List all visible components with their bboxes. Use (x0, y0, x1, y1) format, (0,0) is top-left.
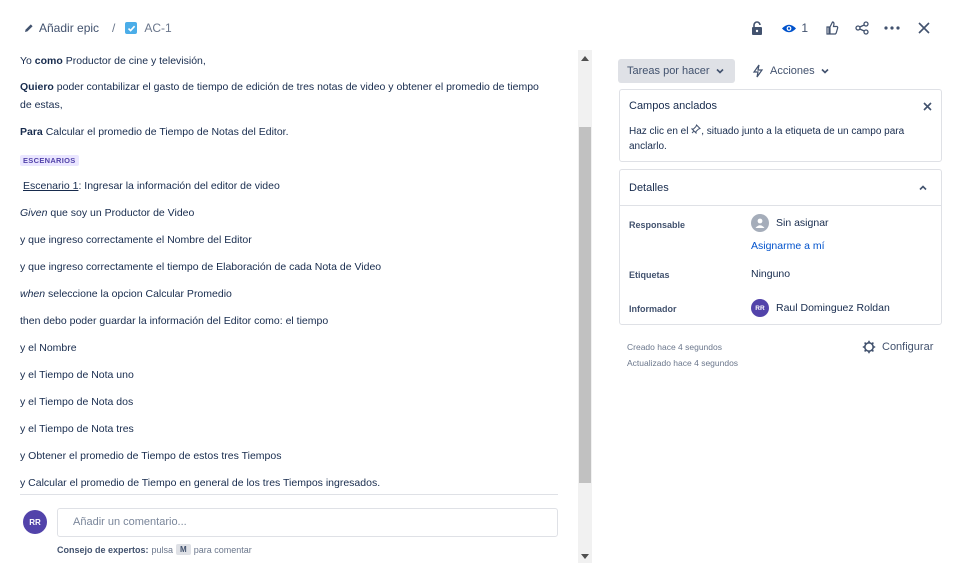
created-timestamp: Creado hace 4 segundos (627, 342, 722, 352)
divider (20, 494, 558, 495)
scenarios-badge-line: ESCENARIOS (20, 153, 79, 168)
when-line: when seleccione la opcion Calcular Prome… (20, 288, 232, 300)
reporter-field[interactable]: RR Raul Dominguez Roldan (751, 299, 890, 317)
avatar: RR (751, 299, 769, 317)
chevron-down-icon (715, 68, 724, 74)
scroll-up-icon[interactable] (581, 56, 589, 61)
scroll-down-icon[interactable] (581, 554, 589, 559)
description-line: y el Tiempo de Nota dos (20, 396, 134, 408)
add-epic-link[interactable]: Añadir epic (24, 21, 99, 35)
scrollbar-thumb[interactable] (579, 127, 591, 483)
pinned-fields-panel: Campos anclados Haz clic en el , situado… (619, 89, 942, 162)
gear-icon (862, 340, 876, 354)
main-scrollbar[interactable] (578, 50, 592, 563)
eye-icon (782, 24, 797, 32)
updated-timestamp: Actualizado hace 4 segundos (627, 358, 739, 368)
chevron-down-icon (821, 68, 829, 74)
avatar: RR (23, 510, 47, 534)
breadcrumb-separator: / (112, 21, 116, 35)
given-line: Given que soy un Productor de Video (20, 207, 195, 219)
pin-icon (691, 124, 702, 135)
watch-count: 1 (801, 21, 808, 35)
description-line: y el Tiempo de Nota tres (20, 423, 134, 435)
configure-button[interactable]: Configurar (862, 340, 933, 354)
description-line: Para Calcular el promedio de Tiempo de N… (20, 126, 289, 138)
description-line: y Calcular el promedio de Tiempo en gene… (20, 477, 381, 489)
add-epic-label: Añadir epic (39, 21, 100, 35)
details-title: Detalles (629, 182, 669, 194)
issue-main-pane: Yo como Productor de cine y televisión, … (0, 50, 594, 563)
scenario-link[interactable]: Escenario 1 (23, 180, 78, 192)
lock-icon[interactable] (747, 18, 767, 38)
description-line: then debo poder guardar la información d… (20, 315, 329, 327)
scenario-line: Escenario 1: Ingresar la información del… (23, 180, 280, 192)
description-line: y el Tiempo de Nota uno (20, 369, 134, 381)
close-icon[interactable] (914, 18, 934, 38)
keyboard-shortcut: M (176, 544, 191, 555)
description-line: y el Nombre (20, 342, 77, 354)
scenarios-badge: ESCENARIOS (20, 155, 79, 166)
comment-tip: Consejo de expertos: pulsa M para coment… (57, 544, 252, 555)
description-line: Quiero poder contabilizar el gasto de ti… (20, 81, 539, 93)
assignee-field[interactable]: Sin asignar (751, 214, 829, 232)
comment-input[interactable]: Añadir un comentario... (57, 508, 558, 537)
description-line: Yo como Productor de cine y televisión, (20, 55, 206, 67)
header-actions: 1 (737, 18, 934, 38)
labels-label: Etiquetas (629, 270, 670, 280)
more-icon[interactable] (882, 18, 902, 38)
labels-field[interactable]: Ninguno (751, 268, 790, 280)
description-line: y Obtener el promedio de Tiempo de estos… (20, 450, 282, 462)
description-line: y que ingreso correctamente el Nombre de… (20, 234, 252, 246)
pencil-icon (25, 24, 33, 32)
thumbs-up-icon[interactable] (822, 18, 842, 38)
assignee-label: Responsable (629, 220, 686, 230)
unassigned-avatar-icon (751, 214, 769, 232)
assign-to-me-link[interactable]: Asignarme a mí (751, 240, 825, 252)
details-panel: Detalles Responsable Sin asignar Asignar… (619, 169, 942, 325)
breadcrumb: Añadir epic / AC-1 (24, 21, 172, 35)
chevron-up-icon (919, 185, 927, 191)
description-line: de estas, (20, 99, 63, 111)
actions-dropdown[interactable]: Acciones (744, 59, 829, 83)
description-line: y que ingreso correctamente el tiempo de… (20, 261, 382, 273)
pinned-fields-title: Campos anclados (629, 100, 718, 112)
task-type-icon (125, 22, 138, 34)
issue-key-link[interactable]: AC-1 (144, 21, 171, 35)
status-dropdown[interactable]: Tareas por hacer (618, 59, 735, 83)
close-icon[interactable] (923, 99, 932, 114)
lightning-icon (752, 64, 764, 78)
reporter-label: Informador (629, 304, 677, 314)
pinned-fields-help: Haz clic en el , situado junto a la etiq… (629, 124, 905, 152)
share-icon[interactable] (852, 18, 872, 38)
watch-button[interactable]: 1 (781, 21, 808, 35)
details-header[interactable]: Detalles (620, 170, 941, 206)
